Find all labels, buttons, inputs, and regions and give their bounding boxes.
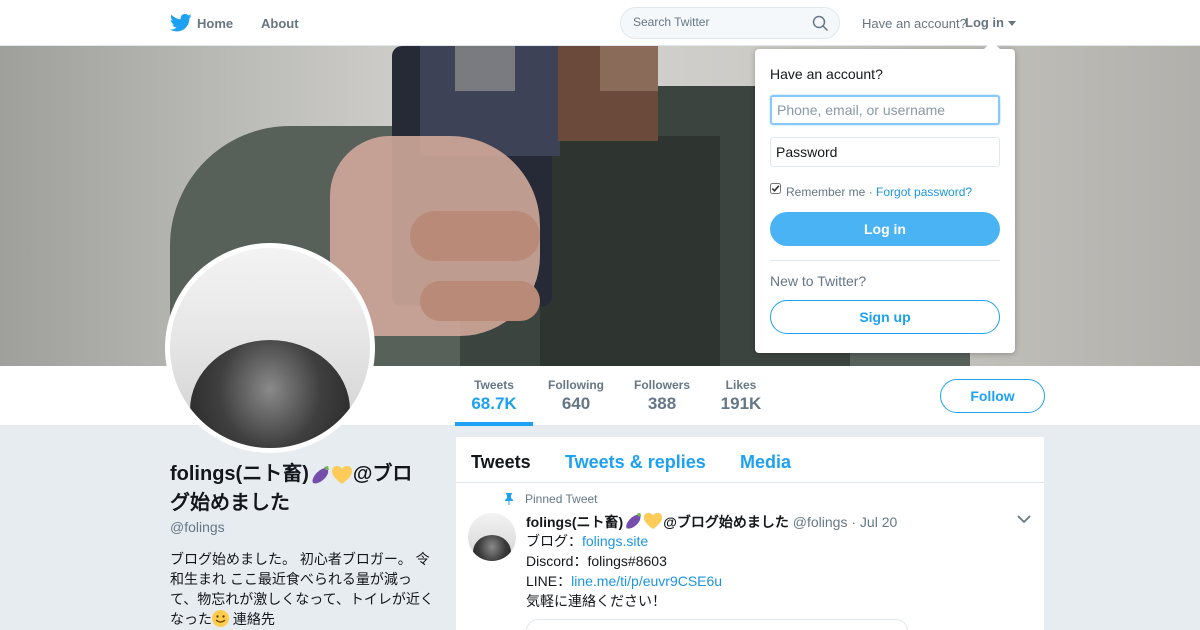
active-stat-underline (455, 422, 533, 426)
blog-link[interactable]: folings.site (582, 533, 648, 549)
tweet-separator: · (847, 514, 860, 530)
forgot-password-link[interactable]: Forgot password? (876, 185, 972, 199)
tweet-header: folings(ニト畜) @ブログ始めました @folings · Jul 20 (526, 511, 897, 532)
twitter-bird-icon[interactable] (170, 13, 192, 33)
search-icon[interactable] (812, 15, 829, 32)
chevron-down-icon[interactable] (1017, 514, 1031, 524)
tweet-author-name-suffix[interactable]: @ブログ始めました (663, 514, 789, 530)
caret-down-icon[interactable] (1008, 21, 1016, 26)
tweet-line-text: ブログ： (526, 533, 582, 549)
stat-label: Tweets (474, 378, 514, 392)
header-photo-shirt (540, 136, 720, 366)
remember-separator: · (865, 185, 877, 199)
yellow-heart-icon (331, 465, 352, 484)
tweet-text: ブログ：folings.site Discord：folings#8603 LI… (526, 531, 722, 611)
avatar-subject (190, 340, 350, 448)
eggplant-emoji-icon (312, 465, 329, 484)
tweet-avatar-subject (473, 535, 511, 561)
dropdown-arrow (984, 41, 1000, 49)
tweet-author-handle[interactable]: @folings (793, 514, 848, 530)
stat-tweets[interactable]: Tweets 68.7K (470, 378, 518, 414)
password-input[interactable] (770, 137, 1000, 167)
remember-me-label: Remember me · Forgot password? (786, 185, 972, 199)
stat-label: Followers (633, 378, 690, 392)
tweet-line: ブログ：folings.site (526, 531, 722, 551)
link-card-preview[interactable] (526, 619, 908, 630)
signup-button[interactable]: Sign up (770, 300, 1000, 334)
tweet-line-text: Discord：folings#8603 (526, 553, 667, 569)
username-input[interactable] (770, 95, 1000, 125)
search-box (620, 7, 840, 39)
tweet-line-text: LINE： (526, 573, 572, 589)
have-account-text: Have an account? (862, 16, 967, 31)
divider (770, 260, 1000, 261)
bio-contact: 連絡先 (229, 611, 275, 627)
tab-tweets-replies[interactable]: Tweets & replies (565, 452, 706, 473)
stat-value: 640 (561, 394, 591, 413)
tweet-line-text: 気軽に連絡ください！ (526, 593, 666, 609)
top-navigation: Home About Have an account? Log in (0, 0, 1200, 46)
header-photo-mosaic (600, 46, 658, 91)
remember-me-checkbox[interactable] (770, 183, 781, 194)
stat-label: Likes (725, 378, 757, 392)
eggplant-emoji-icon (626, 512, 642, 529)
nav-home-link[interactable]: Home (197, 16, 233, 31)
tab-media[interactable]: Media (740, 452, 791, 473)
avatar-image (170, 248, 370, 448)
stat-value: 191K (720, 394, 762, 413)
tweet-author-name[interactable]: folings(ニト畜) (526, 514, 623, 530)
login-title: Have an account? (770, 66, 883, 82)
tweet-avatar[interactable] (468, 513, 516, 561)
login-button[interactable]: Log in (770, 212, 1000, 246)
stat-value: 388 (647, 394, 677, 413)
pinned-tweet-label: Pinned Tweet (525, 492, 598, 506)
timeline-tabs: Tweets Tweets & replies Media (456, 437, 1044, 483)
login-dropdown: Have an account? Remember me · Forgot pa… (755, 41, 1015, 353)
profile-avatar[interactable] (165, 243, 375, 453)
line-link[interactable]: line.me/ti/p/euvr9CSE6u (571, 573, 722, 589)
nav-about-link[interactable]: About (261, 16, 299, 31)
tweet-date[interactable]: Jul 20 (860, 514, 897, 530)
stat-label: Following (548, 378, 604, 392)
smiley-emoji-icon (212, 610, 229, 627)
stat-value: 68.7K (471, 394, 517, 413)
profile-name-text: folings(ニト畜) (170, 463, 309, 485)
timeline: Tweets Tweets & replies Media Pinned Twe… (456, 437, 1044, 630)
pin-icon (505, 493, 513, 505)
profile-handle[interactable]: @folings (170, 519, 225, 535)
tweet-line: Discord：folings#8603 (526, 551, 722, 571)
login-dropdown-toggle[interactable]: Log in (965, 15, 1004, 30)
remember-me-text[interactable]: Remember me (786, 185, 865, 199)
header-photo-mosaic (455, 46, 515, 91)
profile-bio: ブログ始めました。 初心者ブロガー。 令和生まれ ここ最近食べられる量が減って、… (170, 549, 435, 629)
yellow-heart-icon (644, 512, 663, 530)
search-input[interactable] (633, 15, 808, 29)
header-photo-finger (410, 211, 540, 261)
tweet-line: 気軽に連絡ください！ (526, 591, 722, 611)
follow-button[interactable]: Follow (940, 379, 1045, 413)
profile-name[interactable]: folings(ニト畜) @ブログ始めました (170, 460, 430, 518)
stat-following[interactable]: Following 640 (545, 378, 607, 414)
stat-likes[interactable]: Likes 191K (718, 378, 764, 414)
tab-tweets[interactable]: Tweets (471, 452, 531, 473)
bio-text: ブログ始めました。 初心者ブロガー。 令和生まれ ここ最近食べられる量が減って、… (170, 551, 434, 627)
stat-followers[interactable]: Followers 388 (631, 378, 693, 414)
new-to-twitter-text: New to Twitter? (770, 273, 867, 289)
header-photo-finger (420, 281, 540, 321)
tweet-line: LINE：line.me/ti/p/euvr9CSE6u (526, 571, 722, 591)
